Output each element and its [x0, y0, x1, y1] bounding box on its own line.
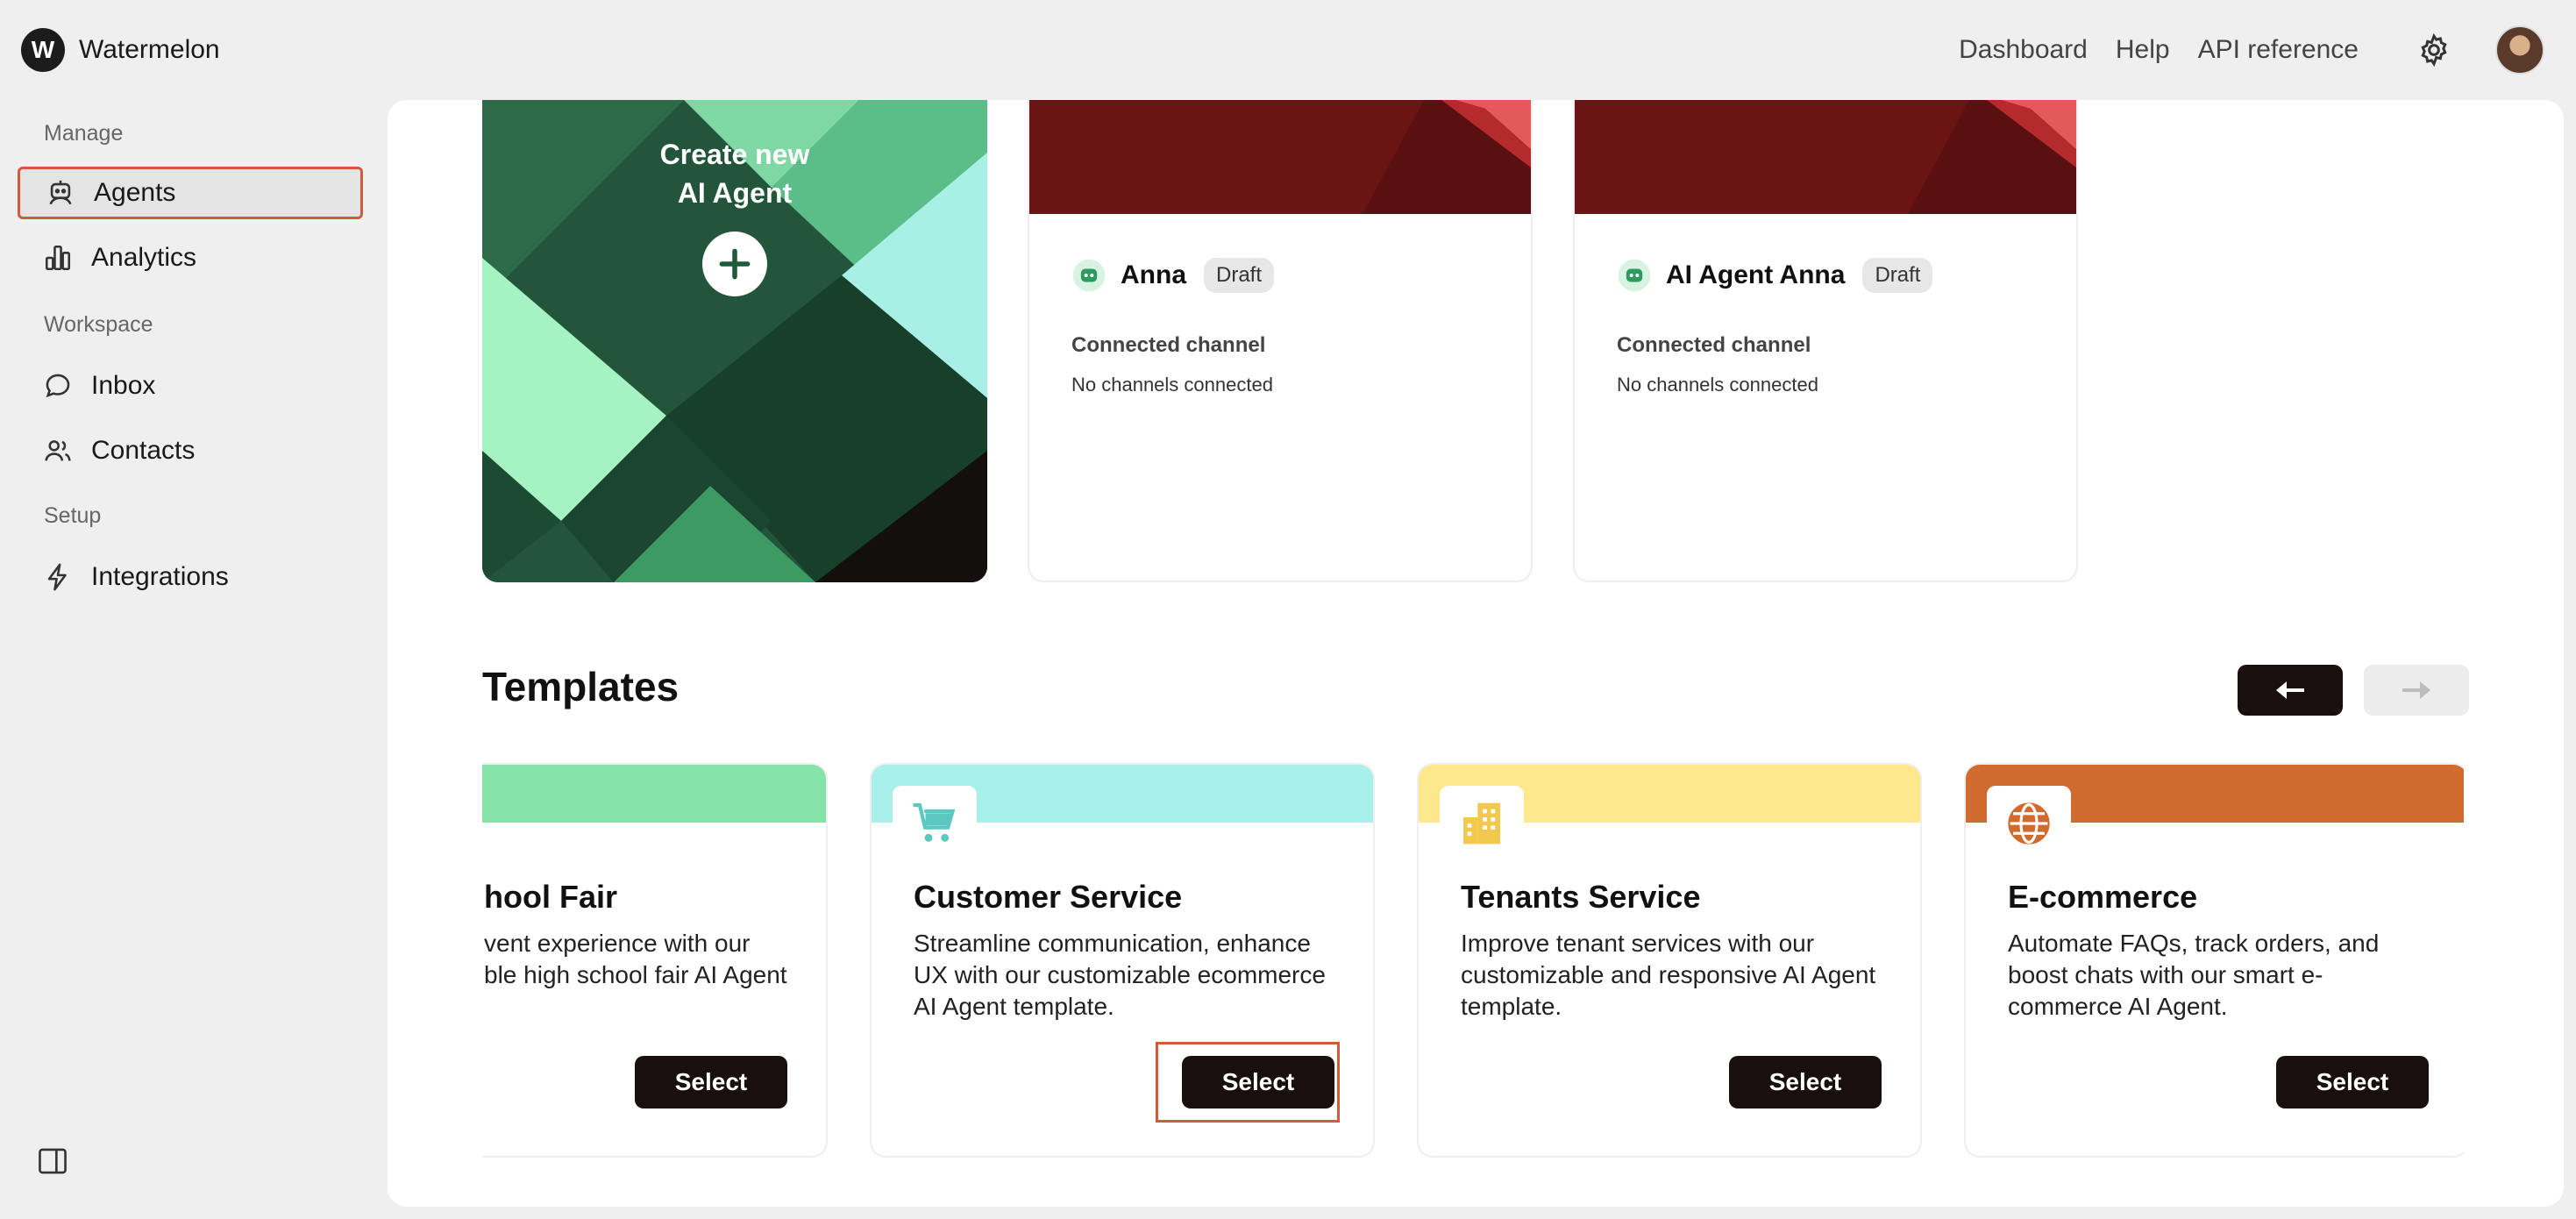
nav-link-help[interactable]: Help: [2116, 35, 2170, 65]
sidebar-item-label: Analytics: [91, 243, 197, 272]
create-agent-title: Create new AI Agent: [482, 135, 987, 212]
agent-card-banner: [1575, 100, 2076, 214]
select-button[interactable]: Select: [635, 1056, 787, 1109]
templates-carousel: hool Fair vent experience with our ble h…: [482, 763, 2464, 1163]
arrow-right-icon: [2402, 681, 2430, 699]
status-badge: Draft: [1204, 258, 1275, 293]
gear-icon[interactable]: [2415, 31, 2453, 69]
section-label-setup: Setup: [44, 503, 102, 528]
plus-icon[interactable]: [702, 232, 767, 296]
sidebar-item-label: Inbox: [91, 371, 156, 400]
sidebar-toggle-icon[interactable]: [37, 1147, 72, 1182]
agent-header: Anna Draft: [1071, 258, 1275, 293]
brand[interactable]: W Watermelon: [21, 28, 220, 72]
agent-name: Anna: [1121, 260, 1186, 289]
templates-title: Templates: [482, 664, 680, 709]
agent-bot-icon: [1618, 259, 1651, 292]
template-description-line: vent experience with our: [484, 930, 751, 957]
templates-next-button[interactable]: [2364, 665, 2469, 716]
user-avatar[interactable]: [2495, 25, 2544, 75]
template-title: Tenants Service: [1461, 879, 1701, 915]
main-panel: Create new AI Agent Anna Draft Connected…: [388, 100, 2564, 1207]
users-icon: [40, 433, 75, 468]
top-bar: W Watermelon Dashboard Help API referenc…: [0, 0, 2576, 100]
connected-channel-label: Connected channel: [1617, 333, 1811, 357]
sidebar-item-agents[interactable]: Agents: [18, 167, 363, 219]
sidebar-item-integrations[interactable]: Integrations: [18, 551, 363, 603]
select-button[interactable]: Select: [1182, 1056, 1334, 1109]
template-description: Streamline communication, enhance UX wit…: [914, 930, 1326, 1020]
agent-name: AI Agent Anna: [1666, 260, 1846, 289]
template-description: vent experience with our ble high school…: [484, 928, 817, 991]
section-label-manage: Manage: [44, 121, 124, 146]
brand-name: Watermelon: [79, 35, 220, 64]
building-icon: [1440, 786, 1524, 861]
template-description: Automate FAQs, track orders, and boost c…: [2008, 930, 2380, 1020]
agent-header: AI Agent Anna Draft: [1617, 258, 1933, 293]
bar-chart-icon: [40, 240, 75, 275]
sidebar-item-label: Contacts: [91, 436, 196, 465]
arrow-left-icon: [2276, 681, 2304, 699]
select-button[interactable]: Select: [1729, 1056, 1882, 1109]
template-title: hool Fair: [484, 879, 617, 915]
sidebar-item-inbox[interactable]: Inbox: [18, 360, 363, 412]
chat-bubble-icon: [40, 368, 75, 403]
connected-channel-label: Connected channel: [1071, 333, 1266, 357]
sidebar: Manage Agents Analytics Workspace Inbox: [0, 100, 386, 1219]
template-card-e-commerce[interactable]: E-commerce Automate FAQs, track orders, …: [1964, 763, 2464, 1158]
agent-card[interactable]: AI Agent Anna Draft Connected channel No…: [1573, 100, 2078, 582]
template-title: Customer Service: [914, 879, 1183, 915]
sidebar-item-label: Agents: [94, 178, 176, 207]
select-button[interactable]: Select: [2276, 1056, 2429, 1109]
status-badge: Draft: [1862, 258, 1933, 293]
sidebar-item-label: Integrations: [91, 562, 229, 591]
sidebar-item-analytics[interactable]: Analytics: [18, 232, 363, 284]
globe-icon: [1987, 786, 2071, 861]
template-description-line: ble high school fair AI Agent: [484, 961, 787, 988]
template-card-school-fair[interactable]: hool Fair vent experience with our ble h…: [482, 763, 828, 1158]
lightning-icon: [40, 560, 75, 595]
create-agent-title-line1: Create new: [659, 139, 810, 170]
template-description: Improve tenant services with our customi…: [1461, 930, 1876, 1020]
templates-prev-button[interactable]: [2238, 665, 2343, 716]
create-agent-card[interactable]: Create new AI Agent: [482, 100, 987, 582]
agent-card-banner: [1029, 100, 1531, 214]
template-banner: [482, 765, 826, 823]
agent-bot-icon: [1072, 259, 1106, 292]
top-nav: Dashboard Help API reference: [1959, 23, 2544, 77]
robot-icon: [43, 175, 78, 210]
connected-channel-value: No channels connected: [1617, 374, 1818, 396]
template-title: E-commerce: [2008, 879, 2198, 915]
section-label-workspace: Workspace: [44, 312, 153, 337]
shopping-cart-icon: [893, 786, 977, 861]
sidebar-item-contacts[interactable]: Contacts: [18, 424, 363, 477]
create-agent-title-line2: AI Agent: [677, 177, 793, 209]
nav-link-dashboard[interactable]: Dashboard: [1959, 35, 2088, 65]
nav-link-api-reference[interactable]: API reference: [2198, 35, 2359, 65]
agent-card[interactable]: Anna Draft Connected channel No channels…: [1028, 100, 1533, 582]
template-card-customer-service[interactable]: Customer Service Streamline communicatio…: [870, 763, 1375, 1158]
template-card-tenants-service[interactable]: Tenants Service Improve tenant services …: [1417, 763, 1922, 1158]
connected-channel-value: No channels connected: [1071, 374, 1273, 396]
brand-logo: W: [21, 28, 65, 72]
